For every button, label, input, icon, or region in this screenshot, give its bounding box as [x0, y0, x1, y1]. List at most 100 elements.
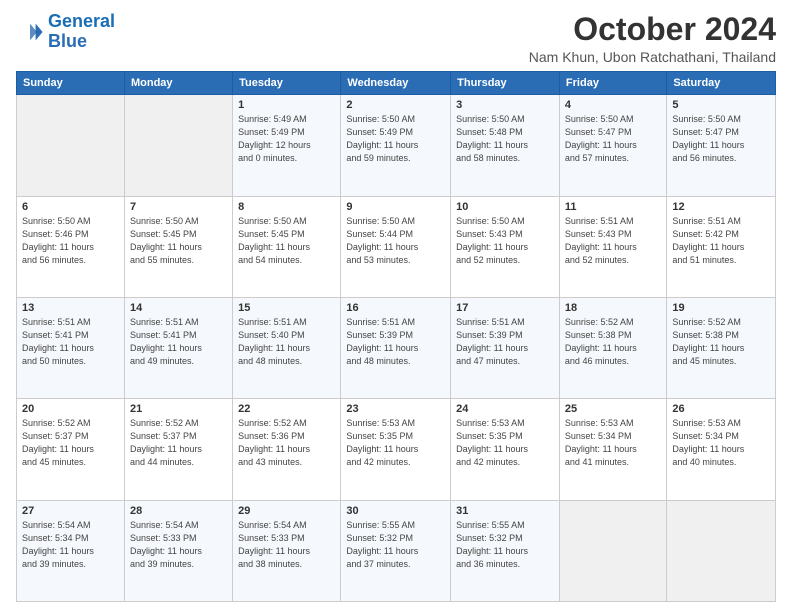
day-info: Sunrise: 5:55 AM Sunset: 5:32 PM Dayligh… [346, 519, 445, 571]
day-number: 14 [130, 302, 227, 314]
col-header-tuesday: Tuesday [233, 72, 341, 95]
day-info: Sunrise: 5:50 AM Sunset: 5:46 PM Dayligh… [22, 215, 119, 267]
header: General Blue October 2024 Nam Khun, Ubon… [16, 12, 776, 65]
table-row: 14 Sunrise: 5:51 AM Sunset: 5:41 PM Dayli… [124, 297, 232, 398]
table-row [17, 95, 125, 196]
table-row: 27Sunrise: 5:54 AM Sunset: 5:34 PM Dayli… [17, 500, 125, 601]
month-title: October 2024 [529, 12, 776, 47]
day-info: Sunrise: 5:51 AM Sunset: 5:43 PM Dayligh… [565, 215, 661, 267]
day-number: 11 [565, 201, 661, 213]
day-number: 8 [238, 201, 335, 213]
table-row: 17 Sunrise: 5:51 AM Sunset: 5:39 PM Dayli… [451, 297, 560, 398]
day-number: 18 [565, 302, 661, 314]
day-number: 12 [672, 201, 770, 213]
day-info: Sunrise: 5:52 AM Sunset: 5:38 PM Dayligh… [565, 316, 661, 368]
day-info: Sunrise: 5:53 AM Sunset: 5:35 PM Dayligh… [456, 417, 554, 469]
col-header-friday: Friday [559, 72, 666, 95]
day-number: 22 [238, 403, 335, 415]
day-number: 24 [456, 403, 554, 415]
day-number: 6 [22, 201, 119, 213]
col-header-wednesday: Wednesday [341, 72, 451, 95]
day-number: 16 [346, 302, 445, 314]
day-info: Sunrise: 5:50 AM Sunset: 5:44 PM Dayligh… [346, 215, 445, 267]
table-row: 8 Sunrise: 5:50 AM Sunset: 5:45 PM Daylig… [233, 196, 341, 297]
table-row: 15 Sunrise: 5:51 AM Sunset: 5:40 PM Dayli… [233, 297, 341, 398]
col-header-monday: Monday [124, 72, 232, 95]
table-row: 10Sunrise: 5:50 AM Sunset: 5:43 PM Dayli… [451, 196, 560, 297]
table-row: 5 Sunrise: 5:50 AM Sunset: 5:47 PM Daylig… [667, 95, 776, 196]
day-number: 15 [238, 302, 335, 314]
day-info: Sunrise: 5:51 AM Sunset: 5:40 PM Dayligh… [238, 316, 335, 368]
day-number: 17 [456, 302, 554, 314]
day-number: 27 [22, 505, 119, 517]
table-row: 20 Sunrise: 5:52 AM Sunset: 5:37 PM Dayli… [17, 399, 125, 500]
day-info: Sunrise: 5:50 AM Sunset: 5:45 PM Dayligh… [130, 215, 227, 267]
table-row: 11 Sunrise: 5:51 AM Sunset: 5:43 PM Dayli… [559, 196, 666, 297]
day-number: 23 [346, 403, 445, 415]
day-number: 25 [565, 403, 661, 415]
day-info: Sunrise: 5:54 AM Sunset: 5:33 PM Dayligh… [238, 519, 335, 571]
day-number: 7 [130, 201, 227, 213]
day-number: 2 [346, 99, 445, 111]
table-row: 18 Sunrise: 5:52 AM Sunset: 5:38 PM Dayli… [559, 297, 666, 398]
day-info: Sunrise: 5:51 AM Sunset: 5:39 PM Dayligh… [456, 316, 554, 368]
day-info: Sunrise: 5:50 AM Sunset: 5:47 PM Dayligh… [565, 113, 661, 165]
day-number: 10 [456, 201, 554, 213]
table-row: 19 Sunrise: 5:52 AM Sunset: 5:38 PM Dayli… [667, 297, 776, 398]
day-number: 28 [130, 505, 227, 517]
table-row: 28 Sunrise: 5:54 AM Sunset: 5:33 PM Dayli… [124, 500, 232, 601]
day-number: 30 [346, 505, 445, 517]
day-number: 4 [565, 99, 661, 111]
day-info: Sunrise: 5:52 AM Sunset: 5:36 PM Dayligh… [238, 417, 335, 469]
day-info: Sunrise: 5:53 AM Sunset: 5:35 PM Dayligh… [346, 417, 445, 469]
day-info: Sunrise: 5:53 AM Sunset: 5:34 PM Dayligh… [672, 417, 770, 469]
day-info: Sunrise: 5:51 AM Sunset: 5:41 PM Dayligh… [22, 316, 119, 368]
day-number: 1 [238, 99, 335, 111]
logo-general: General [48, 11, 115, 31]
table-row: 21Sunrise: 5:52 AM Sunset: 5:37 PM Dayli… [124, 399, 232, 500]
table-row: 23 Sunrise: 5:53 AM Sunset: 5:35 PM Dayli… [341, 399, 451, 500]
table-row: 3Sunrise: 5:50 AM Sunset: 5:48 PM Daylig… [451, 95, 560, 196]
day-info: Sunrise: 5:51 AM Sunset: 5:42 PM Dayligh… [672, 215, 770, 267]
day-info: Sunrise: 5:49 AM Sunset: 5:49 PM Dayligh… [238, 113, 335, 165]
table-row [667, 500, 776, 601]
calendar-table: SundayMondayTuesdayWednesdayThursdayFrid… [16, 71, 776, 602]
day-info: Sunrise: 5:50 AM Sunset: 5:49 PM Dayligh… [346, 113, 445, 165]
table-row: 22 Sunrise: 5:52 AM Sunset: 5:36 PM Dayli… [233, 399, 341, 500]
table-row: 24 Sunrise: 5:53 AM Sunset: 5:35 PM Dayli… [451, 399, 560, 500]
day-number: 5 [672, 99, 770, 111]
table-row: 1 Sunrise: 5:49 AM Sunset: 5:49 PM Daylig… [233, 95, 341, 196]
day-info: Sunrise: 5:54 AM Sunset: 5:33 PM Dayligh… [130, 519, 227, 571]
day-number: 26 [672, 403, 770, 415]
table-row: 6 Sunrise: 5:50 AM Sunset: 5:46 PM Daylig… [17, 196, 125, 297]
day-info: Sunrise: 5:52 AM Sunset: 5:37 PM Dayligh… [22, 417, 119, 469]
logo-text: General Blue [48, 12, 115, 52]
day-info: Sunrise: 5:52 AM Sunset: 5:38 PM Dayligh… [672, 316, 770, 368]
day-number: 9 [346, 201, 445, 213]
table-row: 26 Sunrise: 5:53 AM Sunset: 5:34 PM Dayli… [667, 399, 776, 500]
day-info: Sunrise: 5:50 AM Sunset: 5:48 PM Dayligh… [456, 113, 554, 165]
table-row: 29 Sunrise: 5:54 AM Sunset: 5:33 PM Dayli… [233, 500, 341, 601]
day-info: Sunrise: 5:50 AM Sunset: 5:47 PM Dayligh… [672, 113, 770, 165]
day-number: 31 [456, 505, 554, 517]
table-row: 12 Sunrise: 5:51 AM Sunset: 5:42 PM Dayli… [667, 196, 776, 297]
col-header-thursday: Thursday [451, 72, 560, 95]
day-number: 19 [672, 302, 770, 314]
day-info: Sunrise: 5:51 AM Sunset: 5:41 PM Dayligh… [130, 316, 227, 368]
day-number: 29 [238, 505, 335, 517]
table-row: 16Sunrise: 5:51 AM Sunset: 5:39 PM Dayli… [341, 297, 451, 398]
day-info: Sunrise: 5:50 AM Sunset: 5:45 PM Dayligh… [238, 215, 335, 267]
table-row [124, 95, 232, 196]
col-header-sunday: Sunday [17, 72, 125, 95]
day-number: 20 [22, 403, 119, 415]
table-row: 31 Sunrise: 5:55 AM Sunset: 5:32 PM Dayli… [451, 500, 560, 601]
logo-icon [16, 18, 44, 46]
day-info: Sunrise: 5:55 AM Sunset: 5:32 PM Dayligh… [456, 519, 554, 571]
logo: General Blue [16, 12, 115, 52]
table-row: 30 Sunrise: 5:55 AM Sunset: 5:32 PM Dayli… [341, 500, 451, 601]
day-info: Sunrise: 5:53 AM Sunset: 5:34 PM Dayligh… [565, 417, 661, 469]
table-row: 9 Sunrise: 5:50 AM Sunset: 5:44 PM Daylig… [341, 196, 451, 297]
day-info: Sunrise: 5:52 AM Sunset: 5:37 PM Dayligh… [130, 417, 227, 469]
logo-blue: Blue [48, 31, 87, 51]
day-number: 13 [22, 302, 119, 314]
